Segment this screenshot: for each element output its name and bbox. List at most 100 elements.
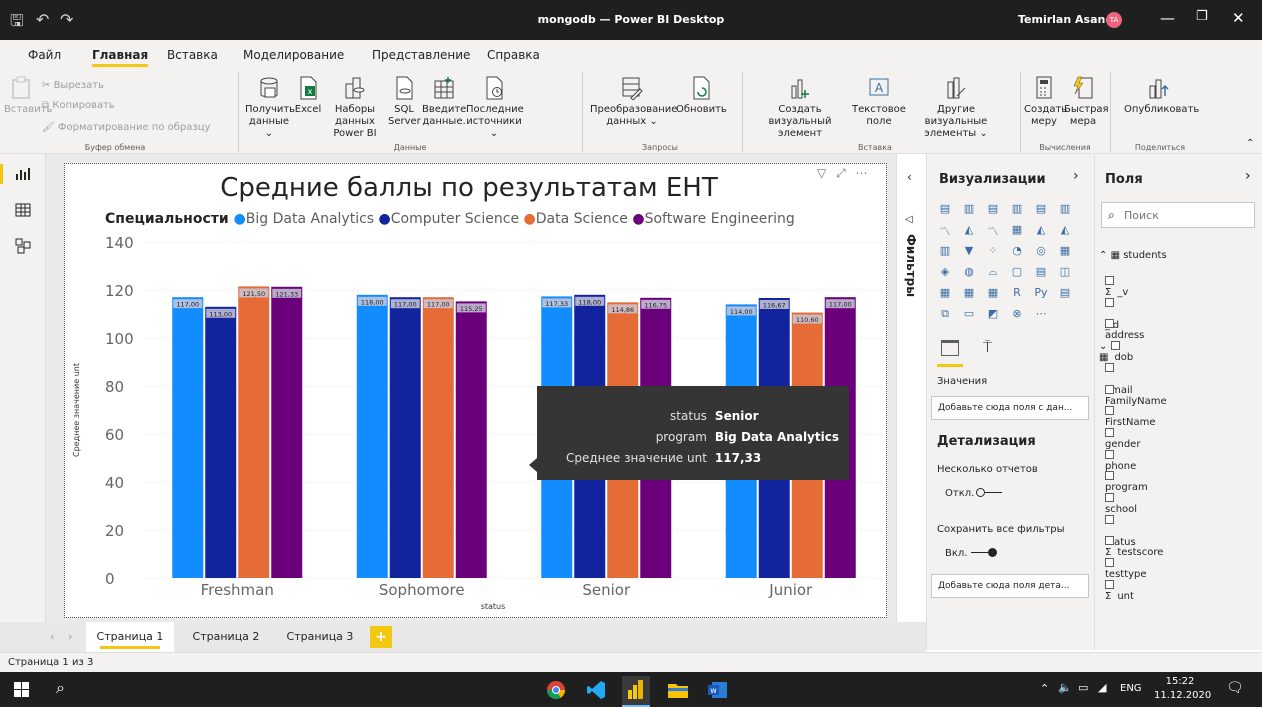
field-item-v[interactable]: Σ _v [1105,276,1128,298]
data-view-icon[interactable] [15,202,31,218]
get-data-button[interactable]: Получить данные ⌄ [245,76,295,140]
map-visual-icon[interactable]: ◈ [937,265,953,279]
menu-help[interactable]: Справка [487,48,540,62]
sql-server-button[interactable]: SQL Server [388,76,421,128]
funnel-col-visual-icon[interactable]: ▥ [937,244,953,258]
field-checkbox[interactable] [1105,406,1114,416]
new-visual-button[interactable]: Создать визуальный элемент [748,76,852,140]
kpi-visual-icon[interactable]: ◫ [1057,265,1073,279]
decomposition-tree-visual-icon[interactable]: ⧉ [937,307,953,321]
drillthrough-drop-well[interactable]: Добавьте сюда поля дета... [931,574,1089,598]
refresh-button[interactable]: Обновить [676,76,727,116]
menu-insert[interactable]: Вставка [167,48,218,62]
menu-file[interactable]: Файл [28,48,61,62]
area-visual-icon[interactable]: ◭ [961,223,977,237]
excel-button[interactable]: x Excel [293,76,323,116]
search-input[interactable] [1124,207,1248,223]
publish-button[interactable]: Опубликовать [1124,76,1199,116]
slicer-visual-icon[interactable]: ▦ [937,286,953,300]
menu-modeling[interactable]: Моделирование [243,48,344,62]
power-bi-datasets-button[interactable]: Наборы данных Power BI [324,76,386,140]
chart-visual[interactable]: ▽ ⤢ ⋯ Средние баллы по результатам ЕНТ Сп… [64,163,887,618]
fields-well-icon[interactable] [941,340,959,356]
close-icon[interactable]: ✕ [1232,9,1245,27]
paginated-visual-icon[interactable]: ⊗ [1009,307,1025,321]
avatar[interactable]: TA [1106,12,1122,28]
chevron-right-icon[interactable]: › [1073,168,1079,184]
word-icon[interactable]: w [708,680,728,700]
python-visual-visual-icon[interactable]: Py [1033,286,1049,300]
enter-data-button[interactable]: Введите данные. [422,76,466,128]
field-item-firstname[interactable]: FirstName [1105,406,1156,428]
field-checkbox[interactable] [1105,297,1114,307]
format-paint-roller-icon[interactable]: ⍑ [983,338,992,356]
legend-entry[interactable]: Big Data Analytics [246,211,379,227]
matrix-visual-icon[interactable]: ▦ [985,286,1001,300]
field-checkbox[interactable] [1105,319,1114,329]
field-checkbox[interactable] [1105,427,1114,437]
field-item-program[interactable]: program [1105,471,1148,493]
battery-icon[interactable]: ▭ [1078,681,1088,694]
pie-visual-icon[interactable]: ◔ [1009,244,1025,258]
field-checkbox[interactable] [1105,579,1114,589]
volume-icon[interactable]: 🔈 [1058,681,1072,694]
field-checkbox[interactable] [1105,493,1114,502]
field-checkbox[interactable] [1105,558,1114,568]
paste-button[interactable]: Вставить [4,76,52,116]
qa-visual-icon[interactable]: ▭ [961,307,977,321]
field-item-address[interactable]: address [1105,319,1144,341]
collapse-ribbon-icon[interactable]: ⌃ [1246,138,1254,149]
copy-button[interactable]: ⧉ Копировать [42,100,115,112]
donut-visual-icon[interactable]: ◎ [1033,244,1049,258]
field-item-school[interactable]: school [1105,493,1137,515]
clustered-bar-visual-icon[interactable]: ▤ [985,202,1001,216]
clock[interactable]: 15:22 11.12.2020 [1154,675,1211,703]
field-checkbox[interactable] [1105,384,1114,394]
gauge-visual-icon[interactable]: ⌓ [985,265,1001,279]
field-item-phone[interactable]: phone [1105,449,1136,472]
ribbon-visual-icon[interactable]: ◭ [1033,223,1049,237]
prev-page-icon[interactable]: ‹ [50,630,54,643]
more-visuals-button[interactable]: Другие визуальные элементы ⌄ [906,76,1006,140]
field-checkbox[interactable] [1105,514,1114,524]
more-visual-icon[interactable]: ⋯ [1033,307,1049,321]
values-drop-well[interactable]: Добавьте сюда поля с дан... [931,396,1089,420]
chevron-right-icon[interactable]: › [1245,168,1251,184]
tab-page-1[interactable]: Страница 1 [86,622,174,652]
legend-entry[interactable]: Data Science [536,211,633,227]
100-column-visual-icon[interactable]: ▥ [1057,202,1073,216]
funnel-visual-icon[interactable]: ▼ [961,244,977,258]
language-indicator[interactable]: ENG [1120,683,1142,694]
network-icon[interactable]: ◢ [1098,681,1106,694]
windows-start-icon[interactable] [14,682,29,697]
clustered-column-visual-icon[interactable]: ▥ [1009,202,1025,216]
restore-icon[interactable]: ❐ [1196,9,1208,24]
waterfall-visual-icon[interactable]: ◭ [1057,223,1073,237]
stacked-area-visual-icon[interactable]: 〽 [985,223,1001,238]
smart-narrative-visual-icon[interactable]: ◩ [985,307,1001,321]
table-node-students[interactable]: ⌃ ▦ students [1099,250,1167,261]
text-box-button[interactable]: A Текстовое поле [852,76,906,128]
minimize-icon[interactable]: — [1160,9,1175,27]
stacked-column-visual-icon[interactable]: ▥ [961,202,977,216]
key-influencers-visual-icon[interactable]: ▤ [1057,286,1073,300]
r-visual-visual-icon[interactable]: R [1009,286,1025,300]
tab-page-2[interactable]: Страница 2 [182,622,270,652]
field-checkbox[interactable] [1105,536,1114,546]
chrome-icon[interactable] [546,680,566,700]
field-item-gender[interactable]: gender [1105,427,1140,450]
transform-data-button[interactable]: Преобразование данных ⌄ [590,76,677,128]
filters-pane-collapsed[interactable]: ‹ ◁ Фильтры [896,154,926,622]
cut-button[interactable]: ✂ Вырезать [42,80,104,92]
report-view-icon[interactable] [15,166,31,182]
table-visual-icon[interactable]: ▦ [961,286,977,300]
field-checkbox[interactable] [1105,471,1114,481]
100-bar-visual-icon[interactable]: ▤ [1033,202,1049,216]
filled-map-visual-icon[interactable]: ◍ [961,265,977,279]
field-item-unt[interactable]: Σunt [1105,579,1134,602]
notifications-icon[interactable]: 🗨 [1226,680,1244,696]
line-visual-icon[interactable]: 〽 [937,223,953,238]
field-item-familyname[interactable]: FamilyName [1105,384,1167,407]
field-checkbox[interactable] [1111,341,1121,351]
menu-view[interactable]: Представление [372,48,470,62]
